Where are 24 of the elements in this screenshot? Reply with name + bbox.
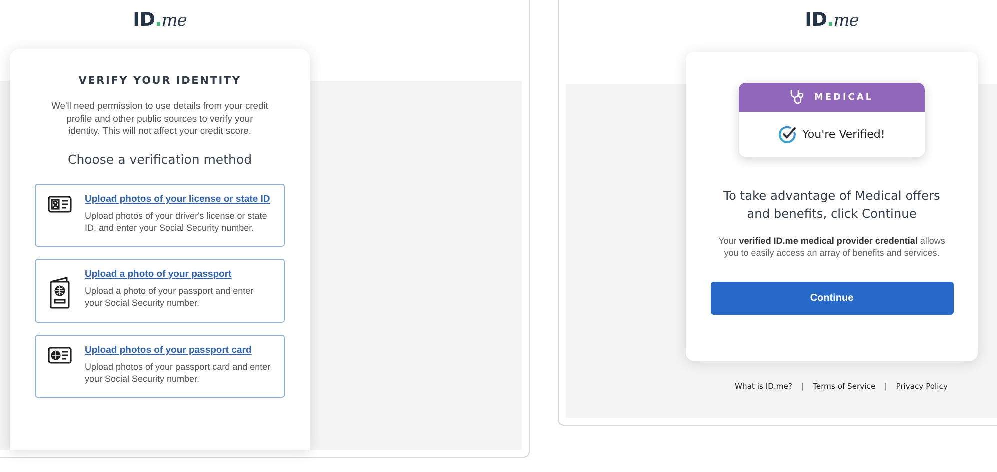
continue-button[interactable]: Continue	[710, 282, 954, 315]
option-link[interactable]: Upload a photo of your passport	[85, 269, 272, 280]
option-link[interactable]: Upload photos of your license or state ID	[85, 194, 272, 204]
card-title: VERIFY YOUR IDENTITY	[78, 75, 242, 87]
verification-option[interactable]: Upload photos of your passport card Upload photos of your passport card and enter your Social Security number.	[35, 334, 285, 398]
stethoscope-icon	[790, 89, 804, 106]
badge-category: MEDICAL	[814, 92, 874, 102]
section-heading: Choose a verification method	[66, 152, 254, 166]
verified-status: You're Verified!	[802, 128, 886, 141]
passport-icon	[49, 277, 71, 310]
check-circle-icon	[778, 126, 797, 144]
id-card-icon	[48, 196, 72, 212]
verification-option[interactable]: Upload photos of your license or state ID Upload photos of your driver's license or state ID, and enter your Social Security number.	[35, 184, 285, 248]
option-description: Upload photos of your passport card and enter your Social Security number.	[85, 360, 272, 386]
option-description: Upload photos of your driver's license or state ID, and enter your Social Security number.	[85, 210, 268, 234]
id-me-logo: ID.me	[133, 9, 187, 31]
option-description: Upload a photo of your passport and enter your Social Security number.	[85, 285, 255, 310]
passport-card-icon	[48, 346, 72, 364]
verification-option[interactable]: Upload a photo of your passport Upload a photo of your passport and enter your Social Security number.	[35, 259, 285, 323]
option-link[interactable]: Upload photos of your passport card	[85, 344, 272, 356]
offer-heading: To take advantage of Medical offers and benefits, click Continue	[722, 188, 942, 223]
id-me-logo: ID.me	[805, 9, 859, 31]
credential-description: Your verified ID.me medical provider credential allows you to easily access an array of benefits and services.	[718, 235, 946, 260]
intro-text: We'll need permission to use details from your credit profile and other public sources to verify your identity. This will not affect your credit score.	[51, 100, 269, 138]
